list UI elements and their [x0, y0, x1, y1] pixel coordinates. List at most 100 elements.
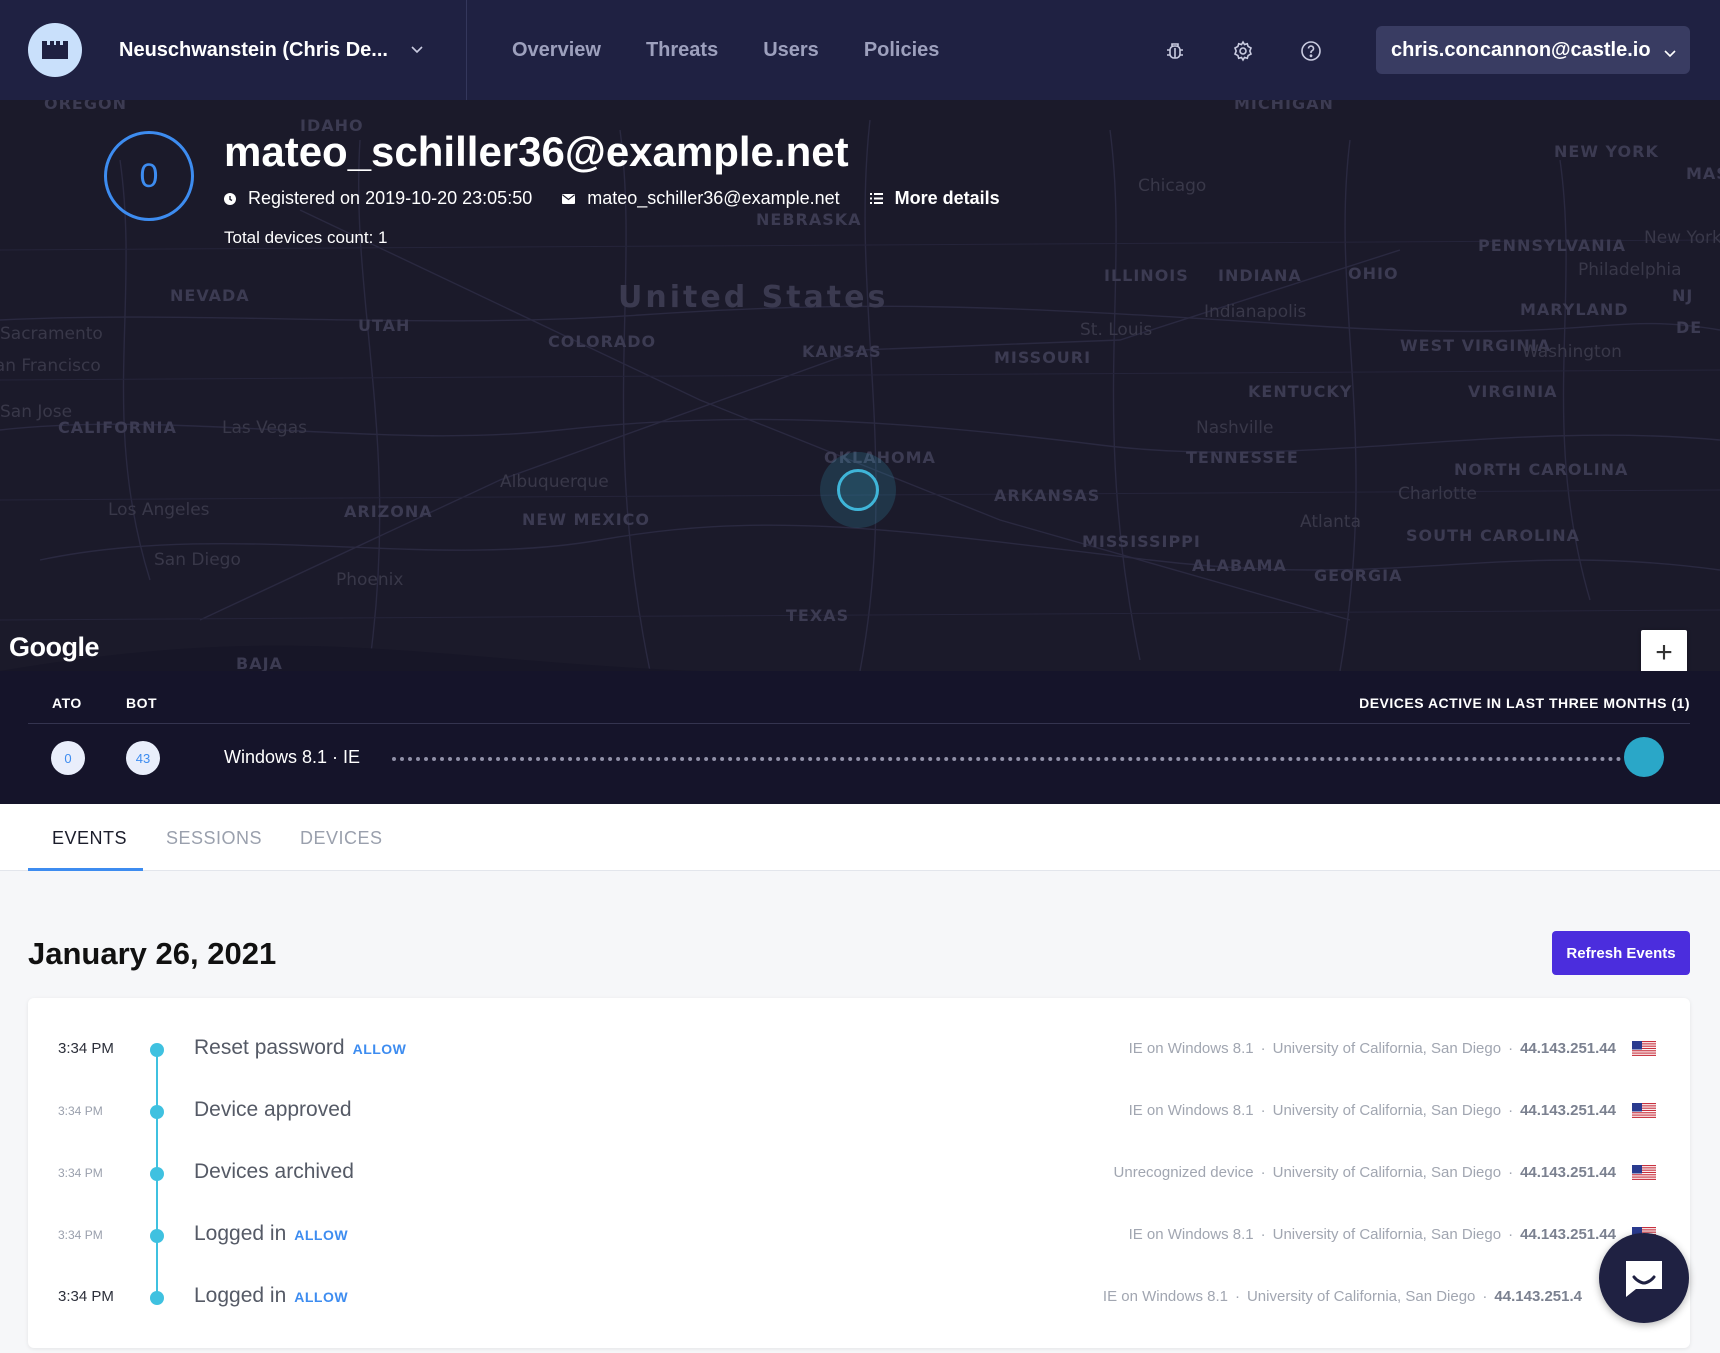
map-city-label: Philadelphia	[1578, 260, 1682, 280]
user-email[interactable]: chris.concannon@castle.io	[1391, 39, 1651, 62]
nav-policies[interactable]: Policies	[864, 39, 940, 62]
map-state-label: KENTUCKY	[1248, 382, 1353, 401]
event-row[interactable]: 3:34 PM Devices archived Unrecognized de…	[28, 1148, 1690, 1198]
device-name[interactable]: Windows 8.1 · IE	[224, 747, 360, 768]
us-flag-icon	[1632, 1041, 1656, 1057]
map-state-label: ALABAMA	[1192, 556, 1287, 575]
bot-header: BOT	[126, 695, 158, 711]
map-city-label: Sacramento	[0, 324, 103, 344]
main-nav: Overview Threats Users Policies	[512, 39, 984, 62]
tab-devices[interactable]: DEVICES	[300, 828, 383, 849]
refresh-events-button[interactable]: Refresh Events	[1552, 931, 1690, 975]
list-icon	[869, 193, 883, 204]
registered-info: Registered on 2019-10-20 23:05:50	[224, 188, 532, 209]
map-city-label: Washington	[1522, 342, 1622, 362]
device-activity-marker[interactable]	[1624, 737, 1664, 777]
map-state-label: NEW MEXICO	[522, 510, 651, 529]
map-city-label: San Jose	[0, 402, 73, 422]
castle-tower-icon[interactable]	[28, 23, 82, 77]
map-city-label: Atlanta	[1300, 512, 1361, 532]
map-state-label: NJ	[1672, 286, 1694, 305]
ato-score-badge: 0	[51, 741, 85, 775]
map-city-label: Nashville	[1196, 418, 1274, 438]
event-time: 3:34 PM	[58, 1040, 114, 1057]
map-state-label: ARKANSAS	[994, 486, 1101, 505]
bug-icon[interactable]	[1162, 38, 1188, 64]
map-state-label: MISSOURI	[994, 348, 1092, 367]
chevron-down-icon[interactable]	[1664, 41, 1676, 64]
email-text: mateo_schiller36@example.net	[587, 188, 840, 208]
map-city-label: St. Louis	[1080, 320, 1153, 340]
map-state-label: NEW YORK	[1554, 142, 1659, 161]
event-meta: IE on Windows 8.1 · University of Californ…	[1102, 1288, 1582, 1305]
question-circle-icon[interactable]	[1298, 38, 1324, 64]
risk-score-ring: 0	[104, 131, 194, 221]
event-time: 3:34 PM	[58, 1166, 103, 1180]
chat-bubble-icon[interactable]	[1599, 1233, 1689, 1323]
map-zoom-control: + −	[1641, 630, 1687, 671]
map-state-label: NEVADA	[170, 286, 250, 305]
envelope-icon	[562, 193, 576, 204]
map-state-label: TENNESSEE	[1186, 448, 1299, 467]
map-city-label: Albuquerque	[500, 472, 609, 492]
events-date-heading: January 26, 2021	[28, 936, 277, 971]
event-meta: Unrecognized device · University of Califo…	[1113, 1164, 1616, 1181]
map-city-label: Chicago	[1138, 176, 1207, 196]
email-info: mateo_schiller36@example.net	[562, 188, 840, 209]
map-state-label: OHIO	[1348, 264, 1399, 283]
org-switcher[interactable]: Neuschwanstein (Chris De...	[0, 0, 467, 100]
event-row[interactable]: 3:34 PM Logged in ALLOW IE on Windows 8.1…	[28, 1210, 1690, 1260]
map-city-label: Los Angeles	[108, 500, 210, 520]
event-dot	[150, 1229, 164, 1243]
user-menu[interactable]: chris.concannon@castle.io	[1376, 26, 1690, 74]
devices-active-header: DEVICES ACTIVE IN LAST THREE MONTHS (1)	[1359, 695, 1690, 711]
event-row[interactable]: 3:34 PM Logged in ALLOW IE on Windows 8.1…	[28, 1272, 1690, 1322]
tab-bar: EVENTS SESSIONS DEVICES	[0, 804, 1720, 871]
bot-score-badge: 43	[126, 741, 160, 775]
nav-overview[interactable]: Overview	[512, 39, 601, 62]
map-city-label: Phoenix	[336, 570, 404, 590]
event-row[interactable]: 3:34 PM Device approved IE on Windows 8.…	[28, 1086, 1690, 1136]
divider	[28, 723, 1690, 724]
gear-icon[interactable]	[1230, 38, 1256, 64]
event-row[interactable]: 3:34 PM Reset password ALLOW IE on Window…	[28, 1024, 1690, 1074]
location-marker[interactable]	[820, 452, 896, 528]
map-state-label: ILLINOIS	[1104, 266, 1189, 285]
event-title: Reset password ALLOW	[194, 1036, 407, 1059]
org-name[interactable]: Neuschwanstein (Chris De...	[119, 39, 399, 62]
registered-text: Registered on 2019-10-20 23:05:50	[248, 188, 533, 208]
map-state-label: UTAH	[358, 316, 411, 335]
map-city-label: San Diego	[154, 550, 241, 570]
risk-score-value: 0	[139, 156, 159, 195]
map-state-label: DE	[1676, 318, 1703, 337]
map-state-label: PENNSYLVANIA	[1478, 236, 1626, 255]
user-title: mateo_schiller36@example.net	[224, 128, 849, 175]
zoom-in-button[interactable]: +	[1641, 630, 1687, 671]
device-activity-timeline	[392, 757, 1630, 761]
active-tab-indicator	[28, 868, 143, 871]
event-time: 3:34 PM	[58, 1288, 114, 1305]
tab-sessions[interactable]: SESSIONS	[166, 828, 262, 849]
tab-events[interactable]: EVENTS	[52, 828, 127, 849]
device-strip: ATO BOT DEVICES ACTIVE IN LAST THREE MON…	[0, 671, 1720, 804]
nav-users[interactable]: Users	[763, 39, 819, 62]
nav-threats[interactable]: Threats	[646, 39, 718, 62]
map-state-label: COLORADO	[548, 332, 657, 351]
event-meta: IE on Windows 8.1 · University of Californ…	[1128, 1226, 1616, 1243]
total-devices-count: Total devices count: 1	[224, 228, 388, 247]
map-state-label: NEBRASKA	[756, 210, 862, 229]
location-map[interactable]: United States OREGON IDAHO NEVADA UTAH C…	[0, 100, 1720, 671]
event-dot	[150, 1291, 164, 1305]
map-state-label: INDIANA	[1218, 266, 1302, 285]
chevron-down-icon[interactable]	[411, 41, 423, 59]
more-details-link[interactable]: More details	[869, 188, 1000, 209]
event-title: Logged in ALLOW	[194, 1284, 349, 1307]
map-state-label: BAJA	[236, 654, 283, 671]
map-state-label: OREGON	[44, 100, 127, 113]
allow-badge: ALLOW	[294, 1227, 349, 1243]
map-state-label: GEORGIA	[1314, 566, 1403, 585]
map-roads-background	[0, 119, 1720, 671]
more-details-label[interactable]: More details	[895, 188, 1000, 209]
map-state-label: MICHIGAN	[1234, 100, 1334, 113]
map-state-label: VIRGINIA	[1468, 382, 1558, 401]
